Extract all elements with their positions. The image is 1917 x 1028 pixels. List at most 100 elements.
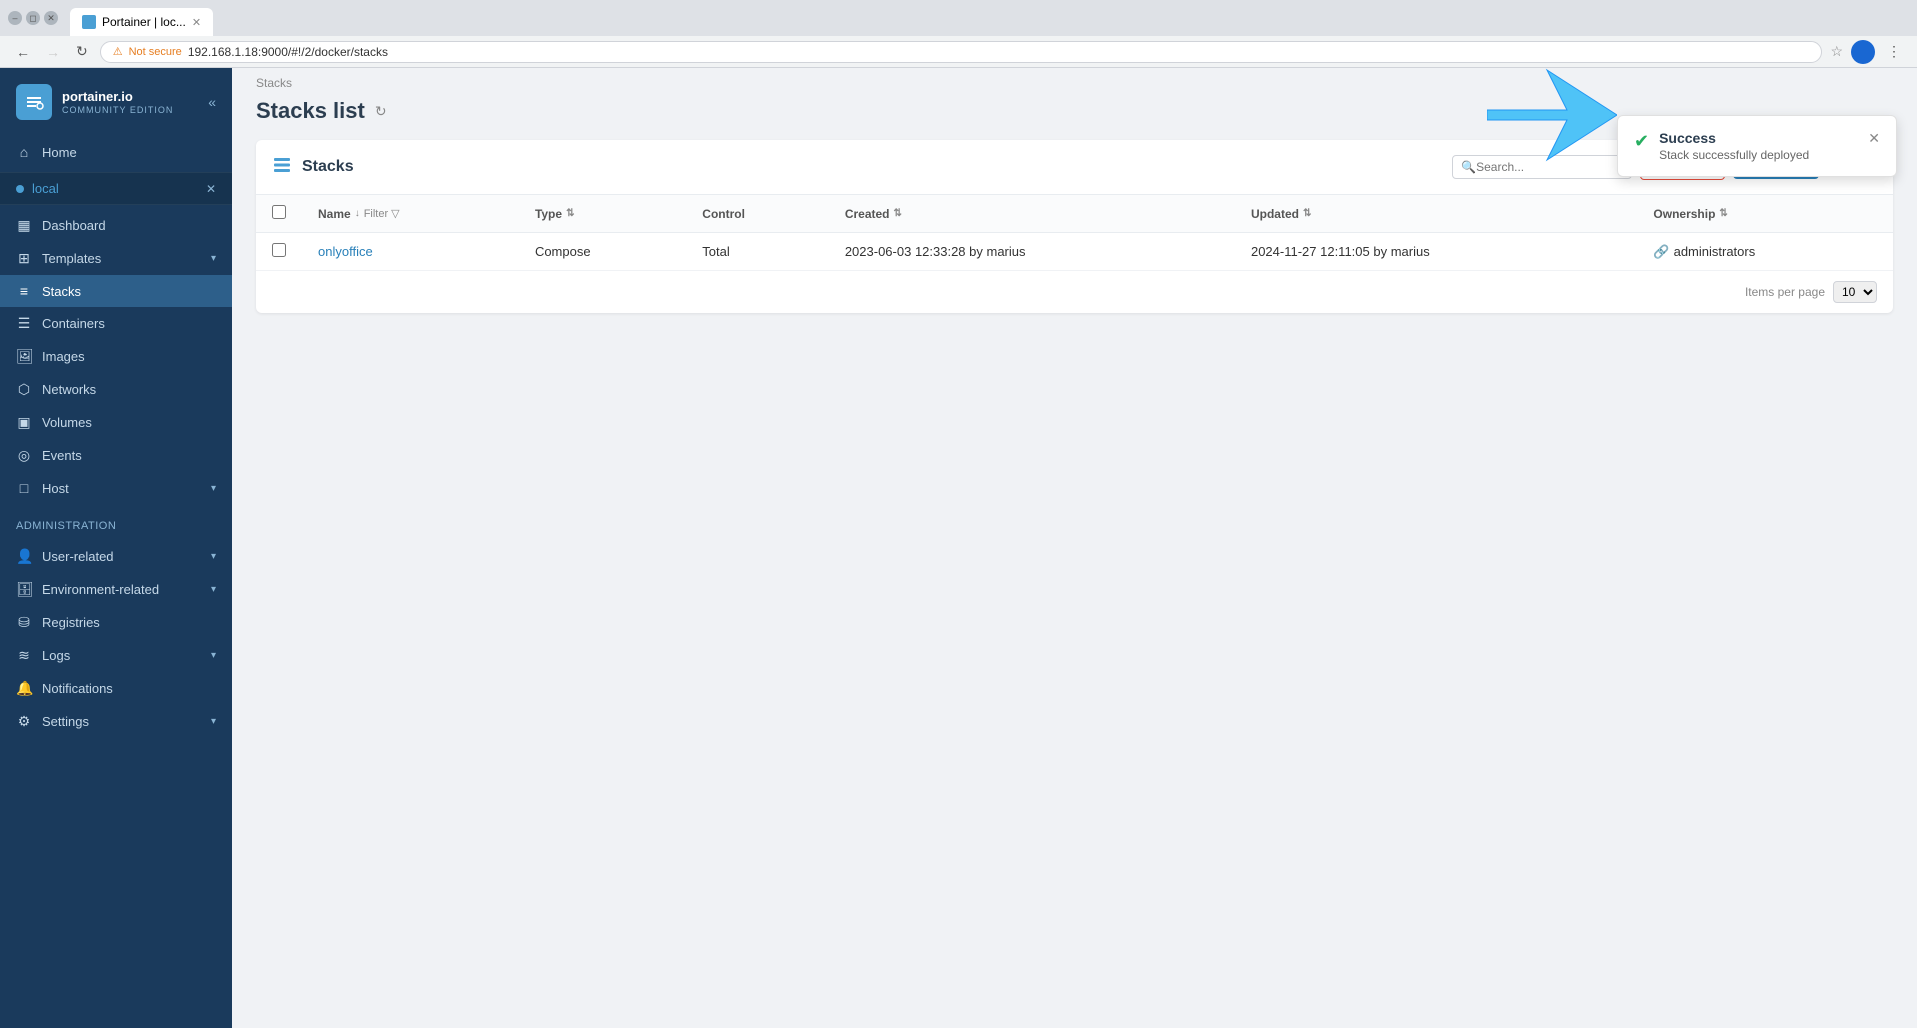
type-column-label: Type	[535, 207, 562, 221]
sidebar-item-label-events: Events	[42, 448, 216, 463]
sidebar-item-label-env-related: Environment-related	[42, 582, 201, 597]
name-column-header[interactable]: Name ↓ Filter ▽	[318, 207, 503, 221]
toast-close-btn[interactable]: ✕	[1868, 130, 1880, 147]
admin-section-label: Administration	[0, 508, 232, 536]
sidebar-item-label-notifications: Notifications	[42, 681, 216, 696]
stack-updated: 2024-11-27 12:11:05 by marius	[1235, 233, 1637, 271]
sidebar-item-settings[interactable]: ⚙ Settings ▾	[0, 705, 232, 738]
tab-title: Portainer | loc...	[102, 15, 186, 29]
ownership-column-label: Ownership	[1653, 207, 1715, 221]
dashboard-icon: ▦	[16, 217, 32, 234]
sidebar-item-label-host: Host	[42, 481, 201, 496]
toast-check-icon: ✔	[1634, 131, 1649, 152]
updated-sort-icon: ⇅	[1303, 208, 1311, 219]
sidebar-item-notifications[interactable]: 🔔 Notifications	[0, 672, 232, 705]
sidebar-item-networks[interactable]: ⬡ Networks	[0, 373, 232, 406]
created-column-header[interactable]: Created ⇅	[845, 207, 1219, 221]
card-title: Stacks	[302, 158, 354, 176]
bookmark-btn[interactable]: ☆	[1830, 43, 1843, 60]
lock-icon: ⚠	[113, 45, 123, 58]
sidebar-item-volumes[interactable]: ▣ Volumes	[0, 406, 232, 439]
sidebar-item-containers[interactable]: ☰ Containers	[0, 307, 232, 340]
sidebar-item-label-stacks: Stacks	[42, 284, 216, 299]
stacks-table: Name ↓ Filter ▽ Type ⇅	[256, 195, 1893, 270]
success-toast: ✔ Success Stack successfully deployed ✕	[1617, 115, 1897, 177]
created-sort-icon: ⇅	[894, 208, 902, 219]
sidebar: portainer.io COMMUNITY EDITION « ⌂ Home …	[0, 68, 232, 1028]
updated-column-header[interactable]: Updated ⇅	[1251, 207, 1621, 221]
env-icon: 🗄	[16, 581, 32, 598]
sidebar-item-label-dashboard: Dashboard	[42, 218, 216, 233]
sidebar-item-label-containers: Containers	[42, 316, 216, 331]
type-sort-icon: ⇅	[566, 208, 574, 219]
maximize-btn[interactable]: ◻	[26, 11, 40, 25]
env-name: local	[32, 181, 198, 196]
row-checkbox[interactable]	[272, 243, 286, 257]
select-all-checkbox[interactable]	[272, 205, 286, 219]
sidebar-item-templates[interactable]: ⊞ Templates ▾	[0, 242, 232, 275]
notifications-icon: 🔔	[16, 680, 32, 697]
sidebar-item-label-networks: Networks	[42, 382, 216, 397]
browser-tab[interactable]: Portainer | loc... ✕	[70, 8, 213, 36]
filter-icon: ▽	[391, 207, 399, 220]
sidebar-item-events[interactable]: ◎ Events	[0, 439, 232, 472]
host-chevron-icon: ▾	[211, 483, 216, 494]
toast-content: Success Stack successfully deployed	[1659, 130, 1858, 162]
stack-control: Total	[686, 233, 829, 271]
stack-type: Compose	[519, 233, 686, 271]
images-icon: 🖼	[16, 348, 32, 365]
search-icon: 🔍	[1461, 160, 1476, 174]
type-column-header[interactable]: Type ⇅	[535, 207, 670, 221]
minimize-btn[interactable]: –	[8, 11, 22, 25]
logo-sub: COMMUNITY EDITION	[62, 105, 173, 115]
per-page-select[interactable]: 10 25 50	[1833, 281, 1877, 303]
sidebar-item-host[interactable]: □ Host ▾	[0, 472, 232, 504]
address-text: 192.168.1.18:9000/#!/2/docker/stacks	[188, 45, 388, 59]
back-btn[interactable]: ←	[12, 42, 34, 62]
volumes-icon: ▣	[16, 414, 32, 431]
name-sort-icon: ↓	[355, 208, 360, 219]
sidebar-item-images[interactable]: 🖼 Images	[0, 340, 232, 373]
host-icon: □	[16, 480, 32, 496]
reload-btn[interactable]: ↻	[72, 41, 92, 62]
sidebar-item-env-related[interactable]: 🗄 Environment-related ▾	[0, 573, 232, 606]
not-secure-label: Not secure	[129, 46, 182, 58]
search-box[interactable]: 🔍 ✕	[1452, 155, 1632, 179]
page-title: Stacks list	[256, 98, 365, 124]
forward-btn[interactable]: →	[42, 42, 64, 62]
tab-favicon	[82, 15, 96, 29]
containers-icon: ☰	[16, 315, 32, 332]
home-icon: ⌂	[16, 144, 32, 160]
sidebar-item-dashboard[interactable]: ▦ Dashboard	[0, 209, 232, 242]
sidebar-item-stacks[interactable]: ≡ Stacks	[0, 275, 232, 307]
events-icon: ◎	[16, 447, 32, 464]
ownership-sort-icon: ⇅	[1719, 208, 1727, 219]
table-footer: Items per page 10 25 50	[256, 270, 1893, 313]
main-content: Stacks Stacks list ↻ Stacks	[232, 68, 1917, 1028]
stacks-card-icon	[272, 155, 292, 180]
sidebar-item-user-related[interactable]: 👤 User-related ▾	[0, 540, 232, 573]
user-icon: 👤	[16, 548, 32, 565]
stack-name-link[interactable]: onlyoffice	[318, 244, 373, 259]
sidebar-item-registries[interactable]: ⛁ Registries	[0, 606, 232, 639]
close-btn[interactable]: ✕	[44, 11, 58, 25]
menu-btn[interactable]: ⋮	[1883, 41, 1905, 62]
refresh-btn[interactable]: ↻	[375, 103, 387, 120]
logo-icon	[16, 84, 52, 120]
stack-created: 2023-06-03 12:33:28 by marius	[829, 233, 1235, 271]
address-bar[interactable]: ⚠ Not secure 192.168.1.18:9000/#!/2/dock…	[100, 41, 1823, 63]
sidebar-collapse-btn[interactable]: «	[208, 94, 216, 110]
tab-close-icon[interactable]: ✕	[192, 16, 201, 29]
ownership-column-header[interactable]: Ownership ⇅	[1653, 207, 1877, 221]
toast-title: Success	[1659, 130, 1858, 146]
sidebar-logo: portainer.io COMMUNITY EDITION «	[0, 68, 232, 132]
env-close-btn[interactable]: ✕	[206, 182, 216, 196]
sidebar-item-logs[interactable]: ≋ Logs ▾	[0, 639, 232, 672]
search-input[interactable]	[1476, 160, 1631, 174]
profile-btn[interactable]	[1851, 40, 1875, 64]
created-column-label: Created	[845, 207, 890, 221]
sidebar-item-home[interactable]: ⌂ Home	[0, 136, 232, 168]
filter-btn[interactable]: Filter ▽	[364, 207, 400, 220]
control-column-label: Control	[702, 207, 745, 221]
sidebar-item-label-images: Images	[42, 349, 216, 364]
